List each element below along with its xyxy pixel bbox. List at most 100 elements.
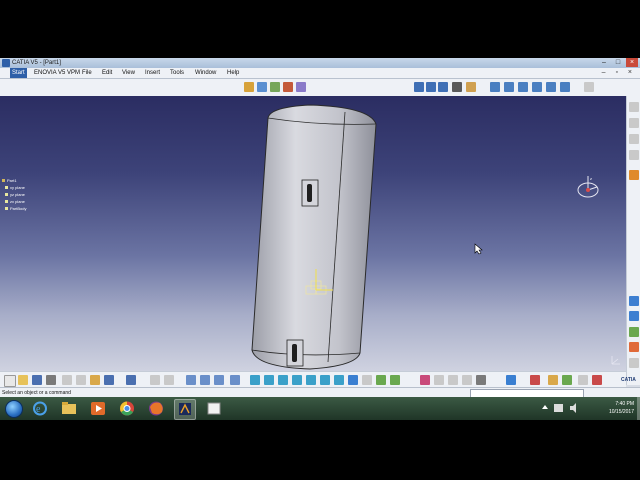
taskbar-internet-explorer[interactable]: e [30,399,50,418]
photo-studio-icon[interactable] [476,375,486,385]
plane-icon[interactable] [629,134,639,144]
compass-z-label: z [590,176,592,181]
taskbar-firefox[interactable] [146,399,166,418]
taskbar-media-player[interactable] [88,399,108,418]
comment-icon[interactable] [164,375,174,385]
right-toolbar [626,96,640,385]
pad-icon[interactable] [257,82,267,92]
print-icon[interactable] [46,375,56,385]
tank-body[interactable] [251,104,377,370]
window-title-bar: CATIA V5 - [Part1] – □ × [0,58,640,68]
measure-icon[interactable] [629,170,639,180]
mini-axis-icon [611,356,620,365]
taskbar-chrome[interactable] [117,399,137,418]
part-geometry[interactable] [0,96,626,371]
rectangle-icon[interactable] [504,82,514,92]
menu-window[interactable]: Window [195,68,216,78]
maximize-button[interactable]: □ [612,58,624,67]
taskbar-app-window[interactable] [204,399,224,418]
help-icon[interactable] [126,375,136,385]
window-title: CATIA V5 - [Part1] [12,60,61,66]
menu-edit[interactable]: Edit [102,68,112,78]
menu-help[interactable]: Help [227,68,239,78]
grid-icon[interactable] [629,150,639,160]
hole-icon[interactable] [296,82,306,92]
exit-workbench-icon[interactable] [629,118,639,128]
undo-icon[interactable] [104,375,114,385]
measure-inertia-icon[interactable] [462,375,472,385]
shading-icon[interactable] [362,375,372,385]
zoom-out-icon[interactable] [320,375,330,385]
plug-icon[interactable] [592,375,602,385]
menu-view[interactable]: View [122,68,135,78]
catia-app-icon [2,59,10,67]
hide-show-icon[interactable] [376,375,386,385]
menu-file[interactable]: File [82,68,92,78]
start-button[interactable] [5,400,23,418]
mdi-controls[interactable]: – ▫ × [602,68,636,78]
measure-between-icon[interactable] [434,375,444,385]
swap-space-icon[interactable] [390,375,400,385]
draft-icon[interactable] [629,342,639,352]
arc-icon[interactable] [426,82,436,92]
cut-icon[interactable] [62,375,72,385]
circle-icon[interactable] [518,82,528,92]
minimize-button[interactable]: – [598,58,610,67]
3d-viewport[interactable]: Part1 xy plane yz plane zx plane PartBod… [0,96,626,371]
ellipse-icon[interactable] [532,82,542,92]
clock-date: 10/15/2017 [608,409,634,415]
pocket-icon[interactable] [270,82,280,92]
line-icon[interactable] [414,82,424,92]
knowledge-icon[interactable] [214,375,224,385]
catia-brand-logo: CATIA [621,377,636,383]
copy-icon[interactable] [76,375,86,385]
taskbar-clock[interactable]: 7:40 PM 10/15/2017 [609,400,634,416]
image-icon[interactable] [578,375,588,385]
apply-dress-icon[interactable] [548,375,558,385]
define-work-object-icon[interactable] [420,375,430,385]
corner-icon[interactable] [560,82,570,92]
windows-taskbar: e 7:40 PM 10/15/2017 [0,397,640,420]
spline-icon[interactable] [438,82,448,92]
point-icon[interactable] [584,82,594,92]
scan-icon[interactable] [530,375,540,385]
menu-enovia[interactable]: ENOVIA V5 VPM [34,68,80,78]
pan-icon[interactable] [278,375,288,385]
normal-view-icon[interactable] [334,375,344,385]
menu-start[interactable]: Start [10,68,27,78]
save-icon[interactable] [32,375,42,385]
formula-icon[interactable] [150,375,160,385]
analysis-icon[interactable] [629,327,639,337]
axis-icon[interactable] [466,82,476,92]
polyline-icon[interactable] [546,82,556,92]
shaft-icon[interactable] [283,82,293,92]
menu-tools[interactable]: Tools [170,68,184,78]
compass-icon[interactable]: z [574,174,602,202]
profile-icon[interactable] [490,82,500,92]
catalog-icon[interactable] [186,375,196,385]
menu-insert[interactable]: Insert [145,68,160,78]
zoom-in-icon[interactable] [306,375,316,385]
table-icon[interactable] [200,375,210,385]
svg-text:e: e [36,404,41,415]
sketcher-icon[interactable] [629,102,639,112]
measure-item-icon[interactable] [448,375,458,385]
iso-view-icon[interactable] [348,375,358,385]
sketch-icon[interactable] [244,82,254,92]
constraint-icon[interactable] [452,82,462,92]
taskbar-catia[interactable] [174,399,196,420]
fly-mode-icon[interactable] [250,375,260,385]
rotate-icon[interactable] [292,375,302,385]
publish-icon[interactable] [506,375,516,385]
open-icon[interactable] [18,375,28,385]
apply-material-icon[interactable] [629,296,639,306]
close-button[interactable]: × [626,58,638,67]
paste-icon[interactable] [90,375,100,385]
render-icon[interactable] [629,311,639,321]
check-icon[interactable] [230,375,240,385]
fit-all-icon[interactable] [264,375,274,385]
new-icon[interactable] [4,375,16,387]
graph-icon[interactable] [562,375,572,385]
settings-icon[interactable] [629,358,639,368]
taskbar-file-explorer[interactable] [59,399,79,418]
